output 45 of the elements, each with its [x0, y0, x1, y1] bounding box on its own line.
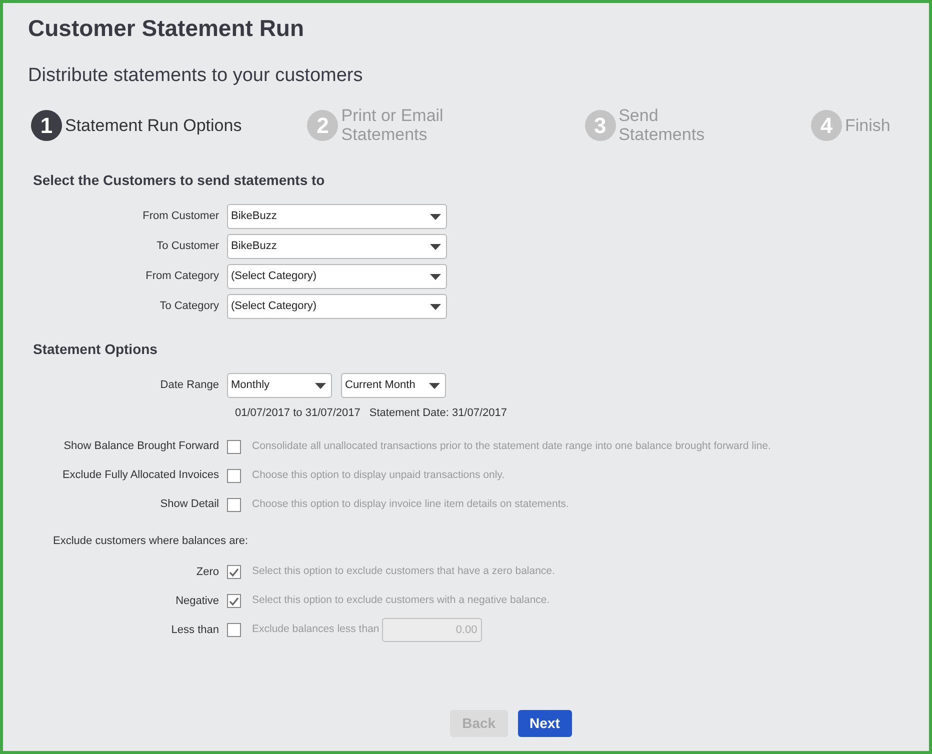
date-range-text: 01/07/2017 to 31/07/2017 [235, 406, 360, 421]
page-title: Customer Statement Run [28, 14, 306, 43]
caret-icon [315, 383, 326, 389]
field-label: To Category [158, 299, 220, 314]
step-number[interactable]: 1 [31, 110, 62, 140]
checkbox[interactable] [227, 623, 241, 637]
option-description: Consolidate all unallocated transactions prior to the statement date range into one balance brought forward line. [252, 438, 771, 454]
checkbox[interactable] [227, 440, 241, 454]
dropdown[interactable]: BikeBuzz [227, 234, 447, 259]
section-heading: Statement Options [33, 340, 158, 359]
dropdown[interactable]: BikeBuzz [227, 204, 447, 229]
dropdown[interactable]: Monthly [227, 373, 332, 398]
option-description: Choose this option to display invoice line item details on statements. [252, 496, 569, 512]
caret-icon [430, 214, 441, 220]
checkbox[interactable] [227, 498, 241, 512]
field-label: Show Detail [159, 497, 220, 512]
section-heading: Select the Customers to send statements to [33, 171, 326, 190]
option-description: Choose this option to display unpaid transactions only. [252, 468, 505, 483]
caret-icon [430, 244, 441, 250]
dropdown[interactable]: Current Month [341, 373, 446, 398]
page-subtitle: Distribute statements to your customers [28, 64, 364, 88]
caret-icon [430, 274, 441, 280]
field-label: Show Balance Brought Forward [62, 439, 220, 454]
field-label: Less than [170, 622, 220, 638]
statement-date-text: Statement Date: 31/07/2017 [369, 406, 508, 421]
next-button[interactable]: Next [518, 710, 572, 737]
dropdown[interactable]: (Select Category) [227, 264, 447, 289]
field-label: To Customer [156, 239, 220, 254]
caret-icon [429, 383, 440, 389]
field-label: Negative [174, 594, 220, 609]
option-description: Select this option to exclude customers that have a zero balance. [252, 564, 555, 580]
step-label[interactable]: Statement Run Options [65, 116, 242, 134]
option-description: Exclude balances less than [252, 622, 380, 638]
checkbox[interactable] [227, 594, 241, 608]
field-label: From Customer [142, 209, 220, 224]
field-label: Zero [195, 564, 220, 580]
checkbox[interactable] [227, 565, 241, 579]
field-label: From Category [144, 269, 220, 284]
option-description: Select this option to exclude customers with a negative balance. [252, 593, 550, 608]
field-label: Date Range [159, 378, 220, 394]
subheading: Exclude customers where balances are: [53, 534, 250, 548]
dropdown[interactable]: (Select Category) [227, 294, 447, 319]
checkbox[interactable] [227, 468, 241, 482]
caret-icon [430, 304, 441, 310]
field-label: Exclude Fully Allocated Invoices [61, 468, 220, 484]
